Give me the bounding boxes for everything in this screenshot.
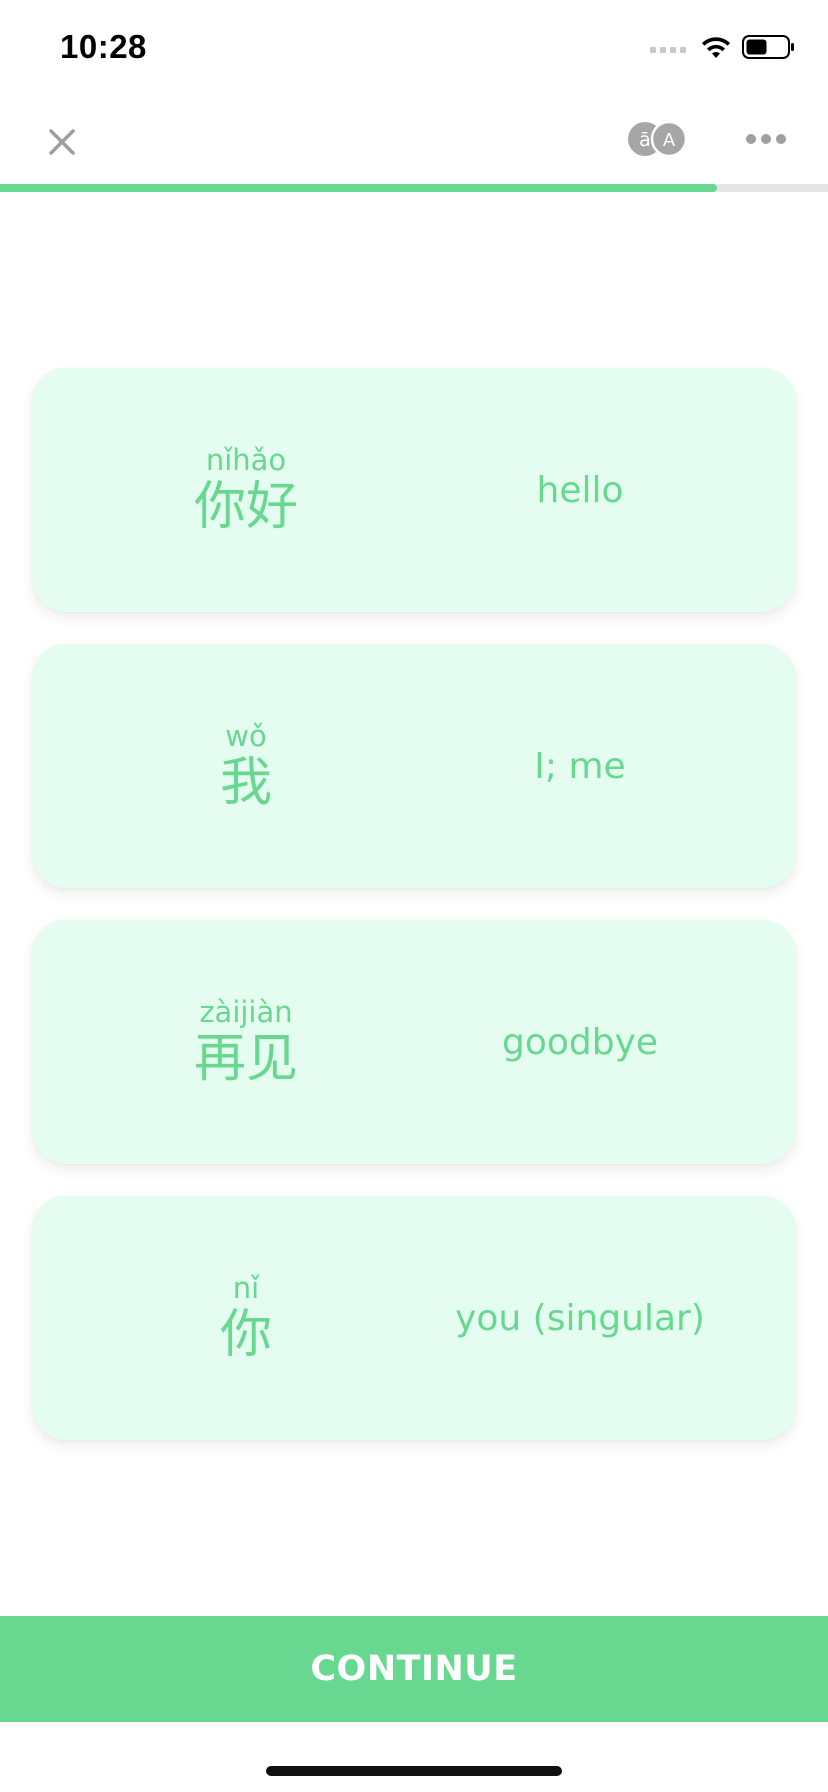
vocab-pinyin: zàijiàn	[199, 995, 293, 1029]
close-icon	[49, 129, 75, 155]
more-options-button[interactable]	[740, 122, 792, 156]
svg-text:A: A	[663, 130, 676, 151]
vocab-hanzi: 你好	[193, 477, 298, 537]
vocab-meaning: hello	[536, 469, 624, 511]
status-indicators	[650, 34, 796, 64]
vocab-card-ni[interactable]: nǐ 你 you (singular)	[32, 1196, 796, 1440]
pinyin-toggle-button[interactable]: ā A	[626, 120, 688, 158]
vocab-term: wǒ 我	[96, 644, 396, 888]
status-bar: 10:28	[0, 0, 828, 100]
status-time: 10:28	[60, 28, 147, 65]
lesson-screen: 10:28 ā A nǐhǎo 你好 hello wǒ 我 I; me zàij…	[0, 0, 828, 1792]
vocab-meaning-area: I; me	[432, 644, 828, 888]
svg-text:ā: ā	[639, 129, 651, 151]
vocab-term: zàijiàn 再见	[96, 920, 396, 1164]
vocab-card-zaijian[interactable]: zàijiàn 再见 goodbye	[32, 920, 796, 1164]
battery-icon	[742, 34, 796, 64]
more-dots-icon	[746, 134, 786, 144]
lesson-header: ā A	[0, 100, 828, 184]
vocab-hanzi: 再见	[193, 1029, 298, 1089]
vocab-meaning: I; me	[534, 745, 626, 787]
lesson-progress-bar	[0, 184, 828, 192]
vocab-meaning: you (singular)	[455, 1297, 705, 1339]
vocab-pinyin: nǐhǎo	[205, 443, 287, 477]
vocab-term: nǐ 你	[96, 1196, 396, 1440]
vocab-hanzi: 我	[219, 753, 272, 813]
home-indicator[interactable]	[266, 1766, 562, 1776]
vocab-card-nihao[interactable]: nǐhǎo 你好 hello	[32, 368, 796, 612]
vocab-pinyin: nǐ	[232, 1271, 260, 1305]
vocab-meaning-area: you (singular)	[432, 1196, 828, 1440]
vocabulary-card-list: nǐhǎo 你好 hello wǒ 我 I; me zàijiàn 再见 goo…	[32, 368, 796, 1472]
cellular-signal-icon	[650, 40, 690, 59]
vocab-meaning-area: goodbye	[432, 920, 828, 1164]
wifi-icon	[700, 34, 732, 64]
vocab-meaning: goodbye	[501, 1021, 659, 1063]
vocab-meaning-area: hello	[432, 368, 828, 612]
continue-button[interactable]: CONTINUE	[0, 1616, 828, 1722]
pinyin-hanzi-toggle-icon: ā A	[628, 120, 688, 158]
vocab-card-wo[interactable]: wǒ 我 I; me	[32, 644, 796, 888]
close-button[interactable]	[40, 120, 84, 164]
lesson-progress-fill	[0, 184, 718, 192]
vocab-hanzi: 你	[219, 1305, 272, 1365]
vocab-term: nǐhǎo 你好	[96, 368, 396, 612]
continue-label: CONTINUE	[310, 1649, 518, 1689]
vocab-pinyin: wǒ	[225, 719, 267, 753]
